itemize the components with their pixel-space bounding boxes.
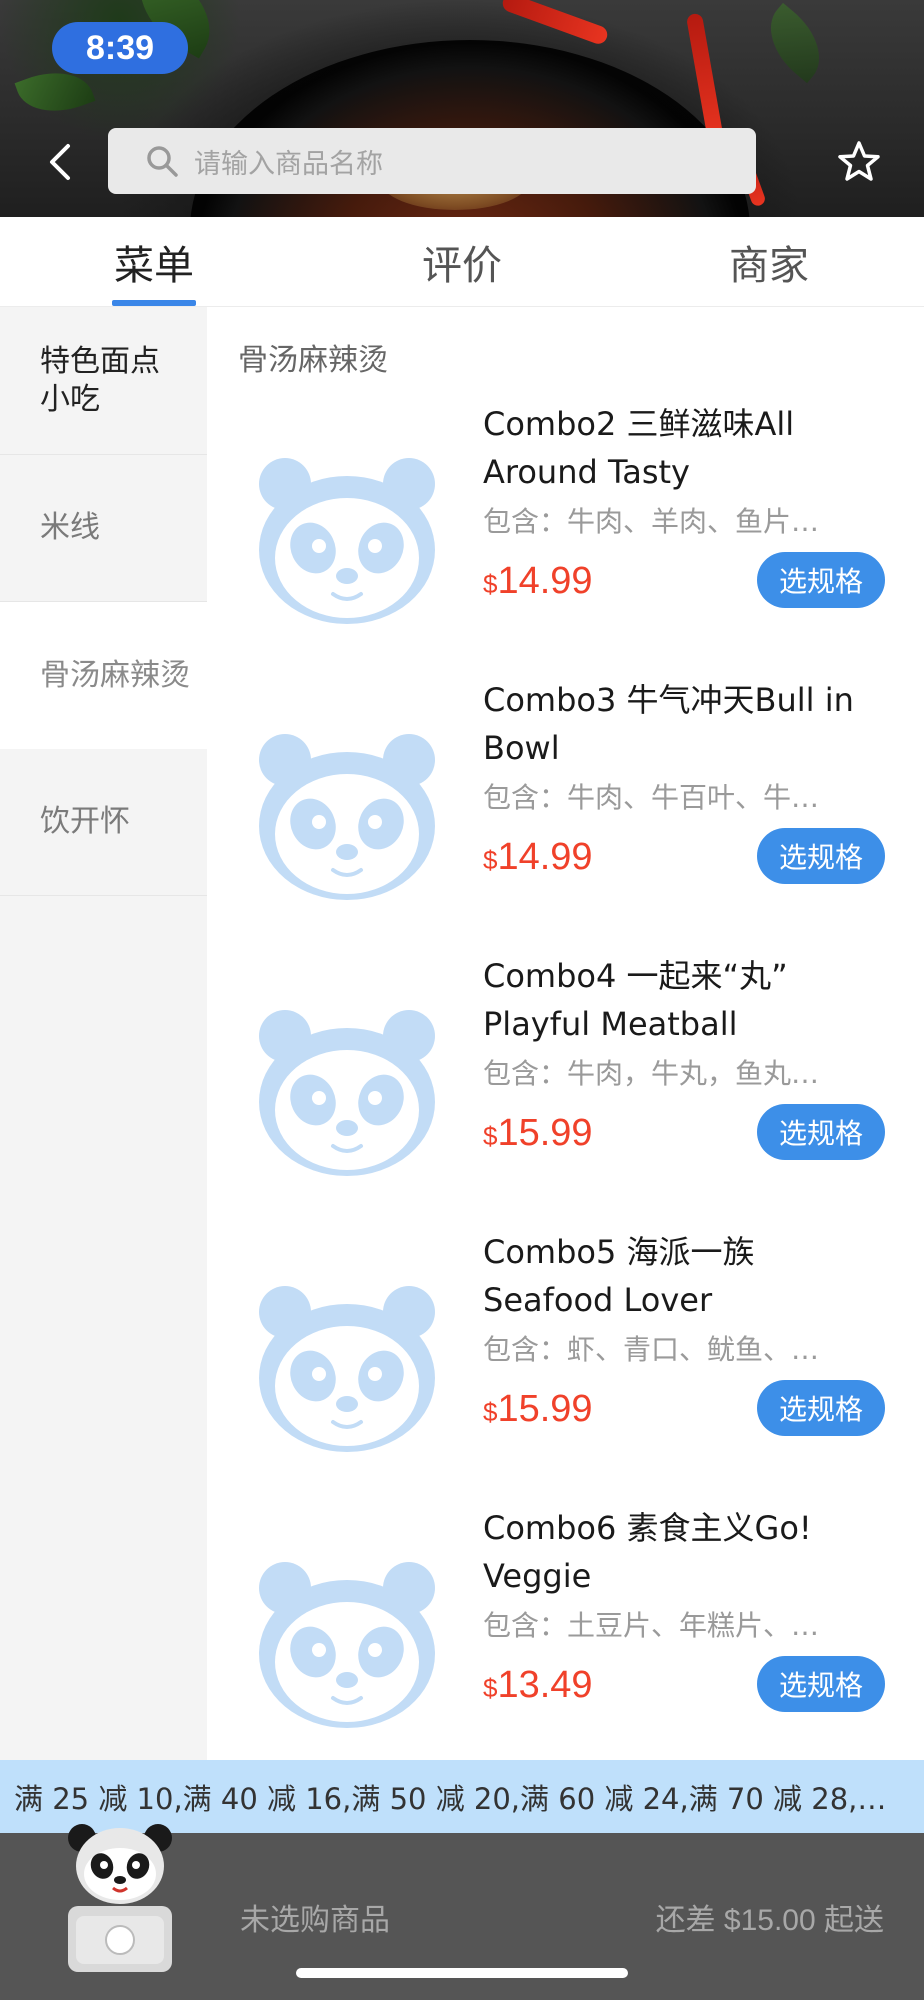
product-price: $14.99 [483, 836, 593, 879]
sidebar-item-rice-noodles[interactable]: 米线 [0, 455, 207, 602]
price-value: 14.99 [497, 560, 593, 602]
star-icon [838, 141, 880, 181]
select-spec-button[interactable]: 选规格 [757, 828, 885, 884]
panda-placeholder-icon [259, 1286, 435, 1452]
banner-leaf [753, 2, 837, 84]
price-value: 14.99 [497, 836, 593, 878]
product-price: $15.99 [483, 1112, 593, 1155]
chevron-left-icon [50, 144, 70, 180]
search-icon [147, 146, 178, 177]
tab-bar: 菜单 评价 商家 [0, 217, 924, 307]
select-spec-button[interactable]: 选规格 [757, 1104, 885, 1160]
product-item[interactable]: Combo3 牛气冲天Bull in Bowl 包含：牛肉、牛百叶、牛… $14… [207, 676, 924, 952]
search-placeholder: 请输入商品名称 [194, 148, 383, 180]
panda-placeholder-icon [259, 734, 435, 900]
product-name: Combo4 一起来“丸” Playful Meatball [483, 957, 788, 1043]
price-currency: $ [483, 1121, 498, 1151]
back-button[interactable] [40, 140, 84, 184]
select-spec-button[interactable]: 选规格 [757, 1380, 885, 1436]
price-value: 15.99 [497, 1112, 593, 1154]
product-item[interactable]: Combo5 海派一族 Seafood Lover 包含：虾、青口、鱿鱼、… $… [207, 1228, 924, 1504]
product-description: 包含：牛肉、羊肉、鱼片… [483, 505, 820, 538]
cart-empty-text: 未选购商品 [240, 1903, 390, 1938]
price-value: 13.49 [497, 1664, 593, 1706]
select-spec-button[interactable]: 选规格 [757, 1656, 885, 1712]
panda-cart-icon[interactable] [60, 1808, 180, 1978]
banner-chili [500, 0, 610, 47]
product-name: Combo6 素食主义Go! Veggie [483, 1509, 812, 1595]
tab-merchant[interactable]: 商家 [677, 217, 861, 307]
status-time: 8:39 [52, 22, 188, 74]
product-description: 包含：土豆片、年糕片、… [483, 1609, 820, 1642]
sidebar-item-drinks[interactable]: 饮开怀 [0, 749, 207, 896]
product-name: Combo3 牛气冲天Bull in Bowl [483, 681, 854, 767]
product-description: 包含：牛肉、牛百叶、牛… [483, 781, 820, 814]
panda-placeholder-icon [259, 1562, 435, 1728]
price-currency: $ [483, 845, 498, 875]
panda-placeholder-icon [259, 1010, 435, 1176]
home-indicator [296, 1968, 628, 1978]
cart-min-order-text: 还差 $15.00 起送 [655, 1904, 884, 1937]
product-item[interactable]: Combo2 三鲜滋味All Around Tasty 包含：牛肉、羊肉、鱼片…… [207, 400, 924, 676]
price-currency: $ [483, 1673, 498, 1703]
product-price: $14.99 [483, 560, 593, 603]
product-price: $13.49 [483, 1664, 593, 1707]
price-value: 15.99 [497, 1388, 593, 1430]
search-input[interactable]: 请输入商品名称 [108, 128, 756, 194]
tab-menu[interactable]: 菜单 [62, 217, 246, 307]
section-title: 骨汤麻辣烫 [238, 343, 388, 378]
select-spec-button[interactable]: 选规格 [757, 552, 885, 608]
product-price: $15.99 [483, 1388, 593, 1431]
product-description: 包含：虾、青口、鱿鱼、… [483, 1333, 820, 1366]
price-currency: $ [483, 1397, 498, 1427]
product-name: Combo5 海派一族 Seafood Lover [483, 1233, 755, 1319]
sidebar-item-snacks[interactable]: 特色面点小吃 [0, 307, 207, 455]
product-name: Combo2 三鲜滋味All Around Tasty [483, 405, 795, 491]
tab-reviews[interactable]: 评价 [370, 217, 554, 307]
price-currency: $ [483, 569, 498, 599]
favorite-button[interactable] [836, 139, 882, 185]
sidebar-item-bone-soup-malatang[interactable]: 骨汤麻辣烫 [0, 602, 207, 749]
product-description: 包含：牛肉，牛丸，鱼丸… [483, 1057, 820, 1090]
tab-active-indicator [112, 300, 196, 306]
product-item[interactable]: Combo4 一起来“丸” Playful Meatball 包含：牛肉，牛丸，… [207, 952, 924, 1228]
category-sidebar: 特色面点小吃 米线 骨汤麻辣烫 饮开怀 [0, 307, 207, 1760]
product-item[interactable]: Combo6 素食主义Go! Veggie 包含：土豆片、年糕片、… $13.4… [207, 1504, 924, 1780]
panda-placeholder-icon [259, 458, 435, 624]
